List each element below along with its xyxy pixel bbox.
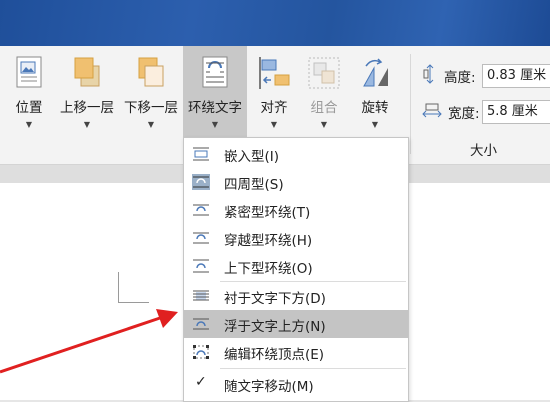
edit-wrap-points-icon bbox=[192, 344, 210, 360]
position-button[interactable]: 位置 ▼ bbox=[6, 46, 52, 138]
width-icon bbox=[422, 102, 442, 122]
menu-item-label: 浮于文字上方(N) bbox=[224, 319, 326, 335]
bring-forward-icon bbox=[73, 56, 101, 92]
width-row: 宽度: 5.8 厘米 bbox=[422, 100, 550, 124]
chevron-down-icon: ▼ bbox=[25, 120, 33, 129]
title-bar bbox=[0, 0, 550, 46]
menu-item-label: 四周型(S) bbox=[224, 177, 284, 193]
menu-item-through[interactable]: 穿越型环绕(H) bbox=[184, 224, 408, 252]
width-input[interactable]: 5.8 厘米 bbox=[482, 100, 550, 124]
position-label: 位置 bbox=[15, 100, 43, 116]
menu-separator bbox=[220, 368, 406, 369]
behind-text-icon bbox=[192, 288, 210, 304]
menu-item-label: 上下型环绕(O) bbox=[224, 261, 313, 277]
height-icon bbox=[422, 64, 438, 88]
menu-item-label: 穿越型环绕(H) bbox=[224, 233, 313, 249]
ribbon-separator bbox=[410, 54, 411, 154]
menu-item-in-front-of-text[interactable]: 浮于文字上方(N) bbox=[184, 310, 408, 338]
menu-item-edit-wrap-points[interactable]: 编辑环绕顶点(E) bbox=[184, 338, 408, 366]
through-wrap-icon bbox=[192, 230, 210, 246]
group-button[interactable]: 组合 ▼ bbox=[301, 46, 347, 138]
height-row: 高度: 0.83 厘米 bbox=[422, 64, 550, 88]
bring-forward-label: 上移一层 bbox=[60, 100, 114, 116]
height-input[interactable]: 0.83 厘米 bbox=[482, 64, 550, 88]
menu-item-label: 随文字移动(M) bbox=[224, 379, 314, 395]
menu-item-behind-text[interactable]: 衬于文字下方(D) bbox=[184, 282, 408, 310]
tight-wrap-icon bbox=[192, 202, 210, 218]
chevron-down-icon: ▼ bbox=[270, 120, 278, 129]
check-icon: ✓ bbox=[195, 374, 207, 390]
wrap-text-menu: 嵌入型(I) 四周型(S) 紧密型环绕(T) 穿越型环绕(H) 上下型环绕(O)… bbox=[183, 137, 409, 402]
size-group-label: 大小 bbox=[470, 143, 497, 159]
menu-item-square[interactable]: 四周型(S) bbox=[184, 168, 408, 196]
wrap-text-button[interactable]: 环绕文字 ▼ bbox=[183, 46, 247, 138]
send-backward-icon bbox=[137, 56, 165, 92]
in-front-of-text-icon bbox=[192, 316, 210, 332]
red-arrow bbox=[0, 309, 178, 374]
chevron-down-icon: ▼ bbox=[147, 120, 155, 129]
chevron-down-icon: ▼ bbox=[371, 120, 379, 129]
menu-item-move-with-text[interactable]: ✓ 随文字移动(M) bbox=[184, 370, 408, 398]
menu-item-label: 嵌入型(I) bbox=[224, 149, 280, 165]
wrap-text-icon bbox=[202, 56, 228, 92]
chevron-down-icon: ▼ bbox=[211, 120, 219, 129]
position-icon bbox=[16, 56, 42, 92]
align-button[interactable]: 对齐 ▼ bbox=[251, 46, 297, 138]
menu-item-label: 衬于文字下方(D) bbox=[224, 291, 326, 307]
text-boundary-corner bbox=[118, 272, 149, 303]
inline-wrap-icon bbox=[192, 146, 210, 162]
menu-item-label: 紧密型环绕(T) bbox=[224, 205, 311, 221]
menu-item-label: 编辑环绕顶点(E) bbox=[224, 347, 325, 363]
square-wrap-icon bbox=[192, 174, 210, 190]
menu-item-top-bottom[interactable]: 上下型环绕(O) bbox=[184, 252, 408, 280]
group-label: 组合 bbox=[310, 100, 338, 116]
bring-forward-button[interactable]: 上移一层 ▼ bbox=[56, 46, 118, 138]
rotate-button[interactable]: 旋转 ▼ bbox=[352, 46, 398, 138]
chevron-down-icon: ▼ bbox=[83, 120, 91, 129]
menu-item-tight[interactable]: 紧密型环绕(T) bbox=[184, 196, 408, 224]
width-label: 宽度: bbox=[448, 106, 480, 122]
rotate-label: 旋转 bbox=[361, 100, 389, 116]
send-backward-button[interactable]: 下移一层 ▼ bbox=[120, 46, 182, 138]
group-icon bbox=[307, 56, 341, 94]
rotate-icon bbox=[358, 56, 392, 94]
align-label: 对齐 bbox=[260, 100, 288, 116]
height-label: 高度: bbox=[444, 70, 476, 86]
align-icon bbox=[257, 56, 291, 94]
top-bottom-wrap-icon bbox=[192, 258, 210, 274]
menu-item-inline[interactable]: 嵌入型(I) bbox=[184, 140, 408, 168]
chevron-down-icon: ▼ bbox=[320, 120, 328, 129]
wrap-text-label: 环绕文字 bbox=[188, 100, 242, 116]
send-backward-label: 下移一层 bbox=[124, 100, 178, 116]
